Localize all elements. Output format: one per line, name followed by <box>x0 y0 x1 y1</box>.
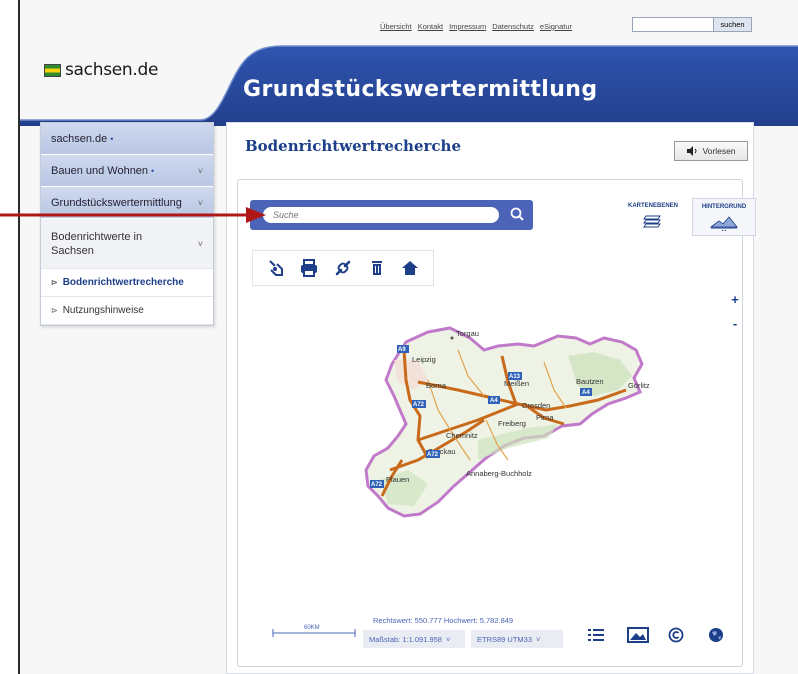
sidebar-item-label: Nutzungshinweise <box>62 305 144 316</box>
map-label-borna: Borna <box>426 381 447 390</box>
site-search: suchen <box>632 17 752 32</box>
sidebar-item-nutzungshinweise[interactable]: ⊳ Nutzungshinweise <box>41 297 213 325</box>
page-title: Bodenrichtwertrecherche <box>245 137 461 155</box>
site-search-button[interactable]: suchen <box>714 17 752 32</box>
hintergrund-label: HINTERGRUND <box>701 204 747 210</box>
nav-link-impressum[interactable]: Impressum <box>449 22 486 31</box>
scale-select-value: Maßstab: 1:1.091.958 <box>369 634 442 644</box>
road-label-a72-south: A72 <box>371 482 383 488</box>
chevron-down-icon: ˅ <box>536 634 541 644</box>
road-label-a72-middle: A72 <box>427 452 439 458</box>
kartenebenen-button[interactable]: KARTENEBENEN <box>620 198 686 236</box>
globe-icon <box>709 628 723 642</box>
chevron-down-icon: ˅ <box>445 634 451 644</box>
content-panel: Bodenrichtwertrecherche Vorlesen KARTENE… <box>226 122 756 674</box>
nav-link-kontakt[interactable]: Kontakt <box>418 22 443 31</box>
search-icon[interactable] <box>508 205 528 225</box>
sidebar-item-label: sachsen.de <box>51 132 108 145</box>
copyright-icon <box>668 627 684 643</box>
delete-button[interactable] <box>365 256 389 280</box>
legend-button[interactable] <box>586 625 606 645</box>
map-label-chemnitz: Chemnitz <box>446 431 478 440</box>
map-label-bautzen: Bautzen <box>576 377 604 386</box>
map-label-leipzig: Leipzig <box>412 355 436 364</box>
overview-map-button[interactable] <box>626 625 650 645</box>
globe-button[interactable] <box>706 625 726 645</box>
map-label-goerlitz: Görlitz <box>628 381 650 390</box>
measure-tool-button[interactable] <box>264 256 288 280</box>
measure-icon <box>269 260 283 276</box>
nav-link-uebersicht[interactable]: Übersicht <box>380 22 412 31</box>
speaker-icon <box>687 146 697 156</box>
home-icon <box>402 261 419 275</box>
scale-select[interactable]: Maßstab: 1:1.091.958 ˅ <box>363 630 465 648</box>
road-label-a9: A9 <box>398 347 406 353</box>
nav-link-esignatur[interactable]: eSignatur <box>540 22 572 31</box>
zoom-out-button[interactable]: - <box>726 316 744 331</box>
sidebar-item-sachsen[interactable]: sachsen.de • <box>41 123 213 155</box>
scale-label: 60KM <box>304 625 320 631</box>
printer-icon <box>301 259 318 277</box>
site-search-input[interactable] <box>632 17 714 32</box>
vorlesen-label: Vorlesen <box>702 146 736 156</box>
map-label-annaberg: Annaberg-Buchholz <box>466 469 532 478</box>
arrow-bullet-icon: ⊳ <box>51 306 58 315</box>
dot-icon: • <box>110 133 114 144</box>
map-label-dresden: Dresden <box>522 401 550 410</box>
map-search-input[interactable] <box>263 207 499 223</box>
kartenebenen-label: KARTENEBENEN <box>627 203 678 209</box>
page-header-title: Grundstückswertermittlung <box>243 77 598 102</box>
sidebar-item-label: Bodenrichtwertrecherche <box>62 277 184 288</box>
dot-icon: • <box>151 165 155 176</box>
background-map-icon <box>709 216 738 233</box>
arrow-bullet-icon: ⊳ <box>51 278 58 287</box>
image-icon <box>627 627 649 643</box>
map-label-plauen: Plauen <box>386 475 409 484</box>
crs-select-value: ETRS89 UTM33 <box>477 634 533 644</box>
map-label-freiberg: Freiberg <box>498 419 526 428</box>
logo-text: sachsen.de <box>65 60 159 80</box>
saxony-map[interactable]: Torgau Leipzig Borna Meißen Bautzen Görl… <box>358 320 688 550</box>
map-toolbar <box>252 250 434 286</box>
crs-select[interactable]: ETRS89 UTM33 ˅ <box>471 630 563 648</box>
hintergrund-button[interactable]: HINTERGRUND <box>692 198 756 236</box>
map-label-pirna: Pirna <box>536 413 554 422</box>
road-label-a4-east: A4 <box>582 390 590 396</box>
sidebar-item-bodenrichtwertrecherche[interactable]: ⊳ Bodenrichtwertrecherche <box>41 269 213 297</box>
layers-icon <box>643 215 661 228</box>
home-button[interactable] <box>398 256 422 280</box>
map-search-bar <box>250 200 533 230</box>
vorlesen-button[interactable]: Vorlesen <box>674 141 748 161</box>
chevron-down-icon: ˅ <box>197 165 203 176</box>
sidebar-item-bodenrichtwerte[interactable]: Bodenrichtwerte in Sachsen ˅ <box>41 219 213 269</box>
nav-link-datenschutz[interactable]: Datenschutz <box>492 22 534 31</box>
road-label-a13: A13 <box>509 374 521 380</box>
saxony-flag-icon <box>44 63 61 77</box>
list-icon <box>588 629 604 641</box>
sachsen-logo[interactable]: sachsen.de <box>44 60 158 80</box>
map-label-meissen: Meißen <box>504 379 529 388</box>
map-label-torgau: Torgau <box>456 329 479 338</box>
sidebar-item-label: Bauen und Wohnen <box>51 164 149 177</box>
road-label-a4-west: A4 <box>490 398 498 404</box>
link-button[interactable] <box>331 256 355 280</box>
road-label-a72-north: A72 <box>413 402 425 408</box>
copyright-button[interactable] <box>666 625 686 645</box>
map-viewer[interactable]: KARTENEBENEN HINTERGRUND <box>237 179 756 667</box>
coordinate-readout: Rechtswert: 550.777 Hochwert: 5.782.849 <box>373 616 514 625</box>
zoom-in-button[interactable]: + <box>726 292 744 307</box>
chevron-down-icon: ˅ <box>197 238 203 249</box>
sidebar-item-bauen-wohnen[interactable]: Bauen und Wohnen • ˅ <box>41 155 213 187</box>
print-button[interactable] <box>297 256 321 280</box>
link-icon <box>335 260 351 276</box>
top-navigation: Übersicht Kontakt Impressum Datenschutz … <box>380 22 572 31</box>
trash-icon <box>371 261 382 275</box>
sidebar-item-label: Bodenrichtwerte in Sachsen <box>51 230 143 257</box>
annotation-arrow <box>0 207 266 223</box>
